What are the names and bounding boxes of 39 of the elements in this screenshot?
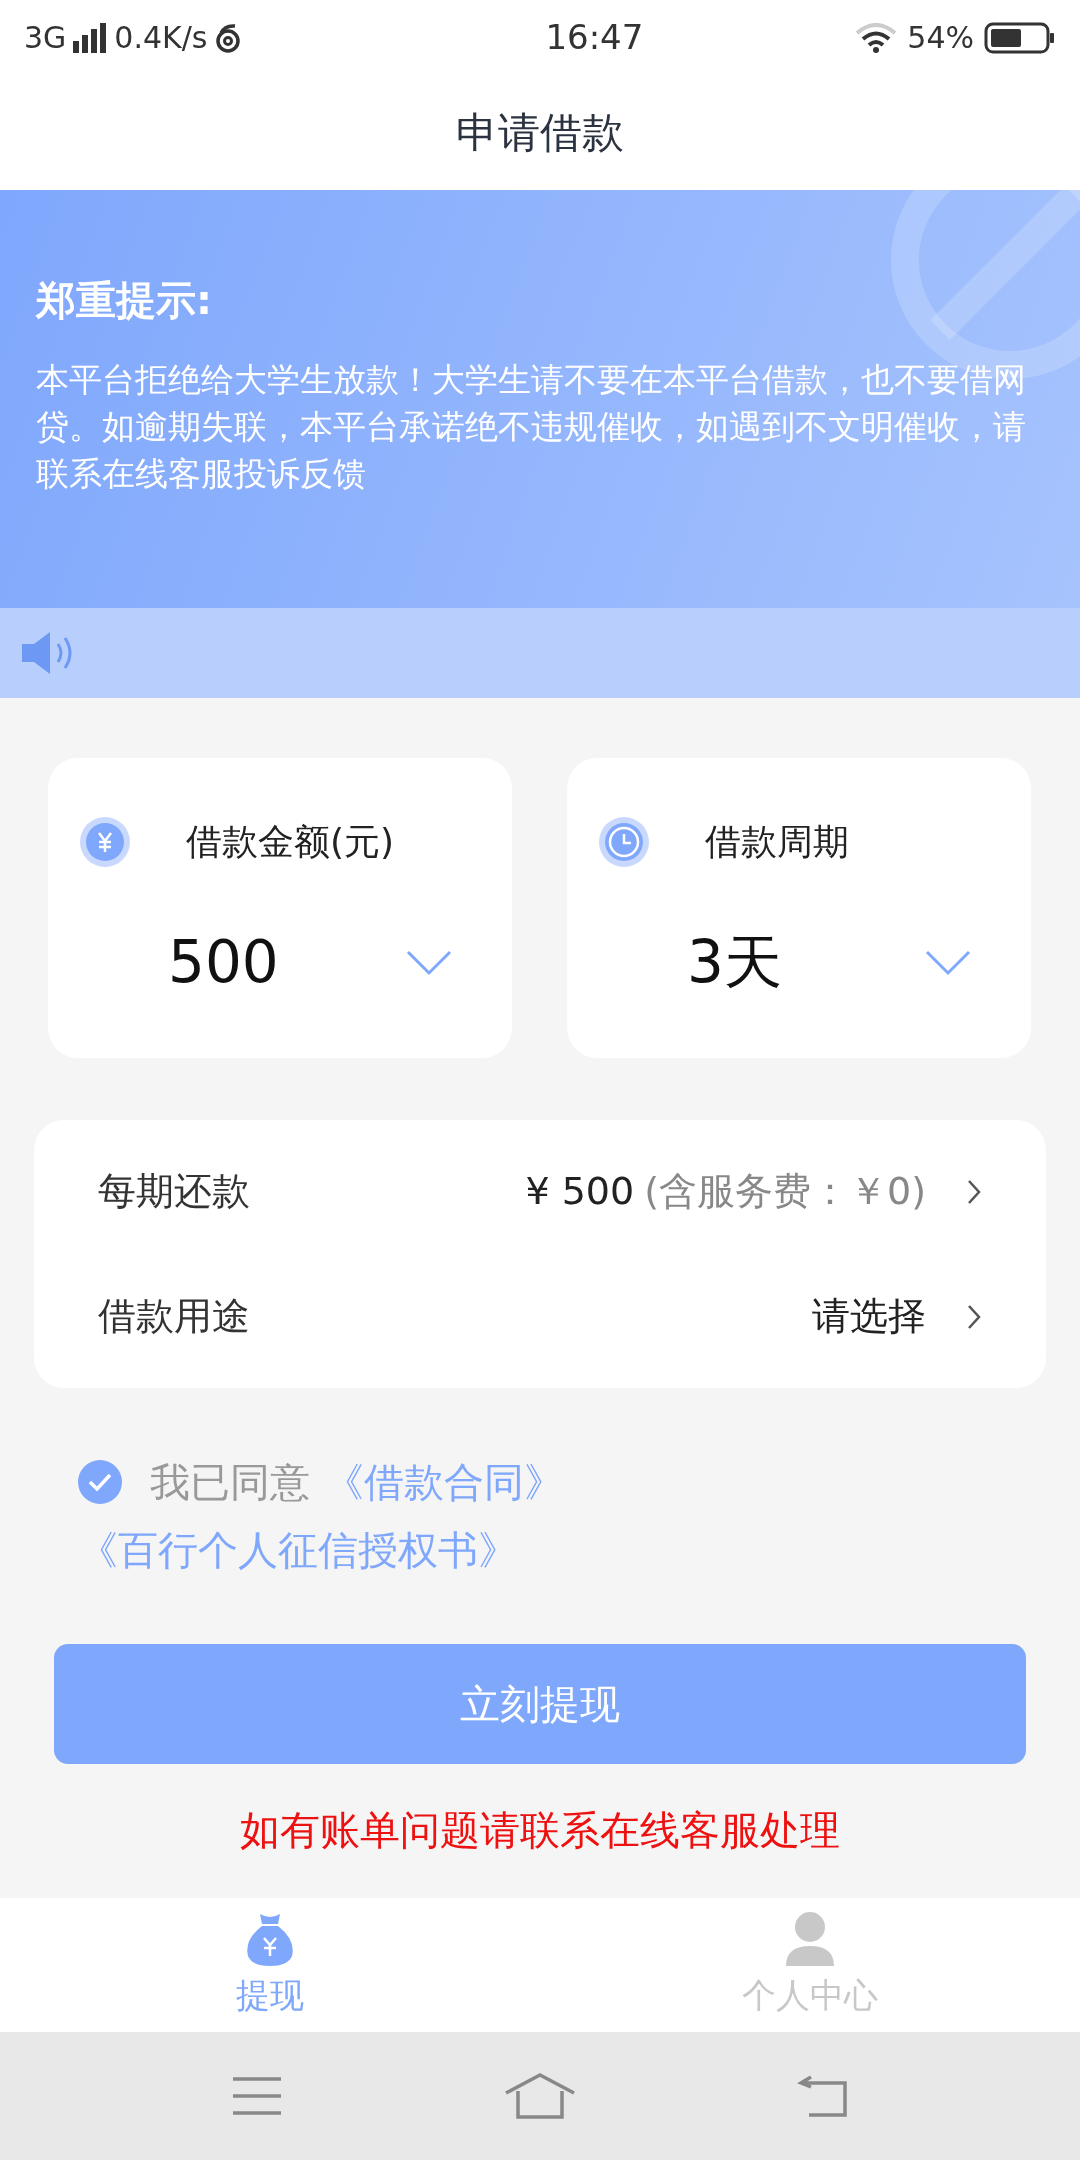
picker-card[interactable]: 借款金额(元) 500 [48, 758, 512, 1058]
notice-text: 本平台拒绝给大学生放款！大学生请不要在本平台借款，也不要借网贷。如逾期失联，本平台承诺绝不违规催收，如遇到不文明催收，请联系在线客服投诉反馈 [36, 359, 1027, 495]
yen-coin-icon [78, 815, 132, 869]
person-icon [784, 1909, 836, 1968]
tab-item[interactable]: 提现 [0, 1898, 540, 2032]
row-label: 每期还款 [98, 1168, 251, 1215]
picker-label: 借款周期 [705, 820, 849, 864]
clock-icon [597, 815, 651, 869]
wifi-icon [855, 22, 898, 53]
battery-icon [984, 21, 1056, 54]
chevron-down-icon [925, 949, 971, 976]
agreement-checkbox[interactable] [78, 1460, 122, 1504]
agreement-text: 我已同意 [150, 1458, 310, 1507]
picker-card[interactable]: 借款周期 3天 [567, 758, 1031, 1058]
network-type: 3G [24, 19, 67, 57]
home-icon[interactable] [504, 2073, 576, 2119]
agreement-link[interactable]: 《借款合同》 [324, 1448, 564, 1516]
row-value: ¥ 500 [525, 1168, 635, 1215]
chevron-down-icon [406, 949, 452, 976]
check-icon [88, 1472, 112, 1492]
picker-value: 500 [168, 927, 279, 998]
picker-label: 借款金额(元) [186, 820, 395, 864]
row-label: 借款用途 [98, 1293, 251, 1340]
fee-note: (含服务费：￥0) [644, 1168, 926, 1215]
page-title: 申请借款 [456, 107, 624, 159]
detail-row[interactable]: 借款用途 请选择 [98, 1288, 982, 1345]
agreement-link[interactable]: 《百行个人征信授权书》 [78, 1516, 518, 1584]
picker-value: 3天 [687, 927, 782, 998]
back-icon[interactable] [797, 2073, 850, 2119]
withdraw-button[interactable]: 立刻提现 [54, 1644, 1026, 1764]
support-note: 如有账单问题请联系在线客服处理 [240, 1806, 840, 1855]
network-speed: 0.4K/s [114, 19, 208, 57]
signal-icon [72, 22, 109, 53]
row-value: 请选择 [812, 1293, 926, 1340]
menu-icon[interactable] [230, 2076, 283, 2116]
notice-title: 郑重提示: [36, 276, 213, 325]
battery-percent: 54% [907, 19, 974, 57]
detail-row[interactable]: 每期还款 ¥ 500 (含服务费：￥0) [98, 1163, 982, 1220]
clock-time: 16:47 [545, 16, 644, 59]
